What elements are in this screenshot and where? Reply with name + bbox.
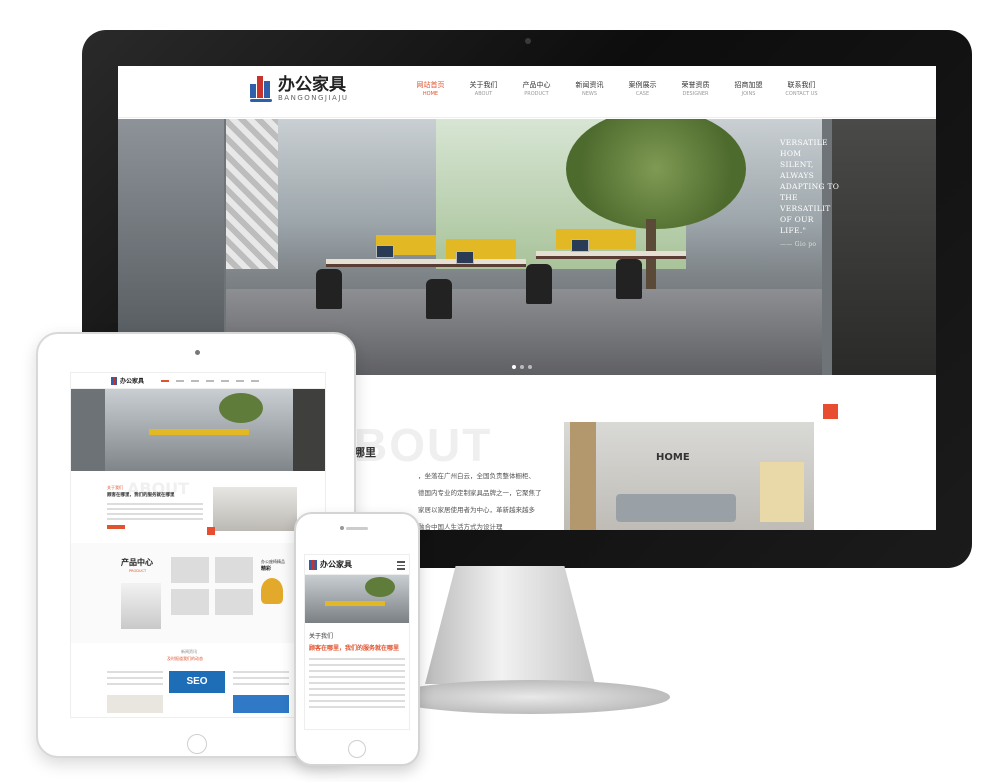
product-image[interactable] [215,589,253,615]
tablet-more-button[interactable] [107,525,125,529]
about-photo: HOME [564,422,814,530]
nav-item-about[interactable]: 关于我们 ABOUT [457,80,510,98]
home-sign: HOME [656,452,690,463]
nav-item-product[interactable]: 产品中心 PRODUCT [510,80,563,98]
tablet-product-title: 产品中心 [121,558,153,567]
chair-image[interactable] [261,578,283,604]
phone-camera [340,526,344,530]
tablet-camera [195,350,200,355]
hero-next-slide[interactable] [832,119,936,375]
phone-device: 办公家具 关于我们 顾客在哪里，我们的服务就在哪里 [294,512,420,766]
news-image[interactable] [107,695,163,713]
phone-logo-text[interactable]: 办公家具 [320,559,352,570]
tablet-about-title: 顾客在哪里，我们的服务就在哪里 [107,493,175,498]
tablet-logo-text[interactable]: 办公家具 [120,376,144,385]
phone-screen: 办公家具 关于我们 顾客在哪里，我们的服务就在哪里 [304,554,410,730]
tablet-news-kicker: 新闻资讯 [181,649,197,654]
logo-mark-icon [111,376,117,385]
tablet-nav[interactable] [161,379,260,382]
about-title: 哪里 [354,446,376,459]
tablet-product-en: PRODUCT [129,569,147,573]
monitor-stand [425,566,595,684]
logo-mark-icon [250,76,272,102]
nav-item-designer[interactable]: 荣誉资质 DESIGNER [669,80,722,98]
tablet-screen: 办公家具 ABOUT 关于我们 顾客在哪里，我们的服务就在哪里 产品中心 PRO… [70,372,326,718]
site-logo[interactable]: 办公家具 BANGONGJIAJU [250,76,349,102]
slider-dot[interactable] [528,365,532,369]
nav-item-joins[interactable]: 招商加盟 JOINS [722,80,775,98]
seo-image[interactable]: SEO [169,671,225,693]
main-nav: 网站首页 HOME 关于我们 ABOUT 产品中心 PRODUCT 新闻资讯 NEWS … [404,80,828,98]
site-header: 办公家具 BANGONGJIAJU 网站首页 HOME 关于我们 ABOUT 产品中… [118,66,936,118]
tablet-home-button[interactable] [187,734,207,754]
phone-about-text [309,658,405,708]
news-image[interactable] [233,695,289,713]
tablet-products: 产品中心 PRODUCT 办公座椅精品 精彩 [71,543,325,643]
tablet-about: ABOUT 关于我们 顾客在哪里，我们的服务就在哪里 [71,479,325,539]
product-image[interactable] [171,557,209,583]
camera-dot [525,38,531,44]
hero-quote: VERSATILE HOM SILENT, ALWAYS ADAPTING TO… [780,138,840,248]
nav-item-contact[interactable]: 联系我们 CONTACT US [775,80,828,98]
tablet-news: 新闻资讯 及时报道我们的动态 SEO [71,647,325,717]
nav-item-case[interactable]: 案例展示 CASE [616,80,669,98]
nav-item-home[interactable]: 网站首页 HOME [404,80,457,98]
product-image[interactable] [215,557,253,583]
nav-item-news[interactable]: 新闻资讯 NEWS [563,80,616,98]
hamburger-menu-icon[interactable] [397,561,405,572]
phone-speaker [346,527,368,530]
tablet-news-title: 及时报道我们的动态 [167,656,203,661]
slider-dot[interactable] [520,365,524,369]
tablet-about-kicker: 关于我们 [107,485,123,490]
product-image[interactable] [171,589,209,615]
logo-mark-icon [309,559,317,570]
tablet-side-title: 精彩 [261,566,272,572]
about-paragraph: ，坐落在广州白云，全国负责整体橱柜、 德国内专业的定制家具品牌之一，它聚焦了 家… [418,472,542,530]
phone-about-title: 顾客在哪里，我们的服务就在哪里 [309,645,400,652]
tablet-header: 办公家具 [71,373,325,389]
tablet-about-photo [213,487,297,531]
monitor-base [390,680,670,714]
logo-en-text: BANGONGJIAJU [278,94,349,102]
tablet-hero [71,389,325,471]
accent-square [207,527,215,535]
slider-dots[interactable] [512,365,532,369]
phone-header: 办公家具 [305,555,409,575]
phone-hero [305,575,409,623]
slider-dot[interactable] [512,365,516,369]
phone-home-button[interactable] [348,740,366,758]
product-image[interactable] [121,583,161,629]
phone-about-kicker: 关于我们 [309,633,334,640]
logo-cn-text: 办公家具 [278,75,346,95]
accent-square [823,404,838,419]
